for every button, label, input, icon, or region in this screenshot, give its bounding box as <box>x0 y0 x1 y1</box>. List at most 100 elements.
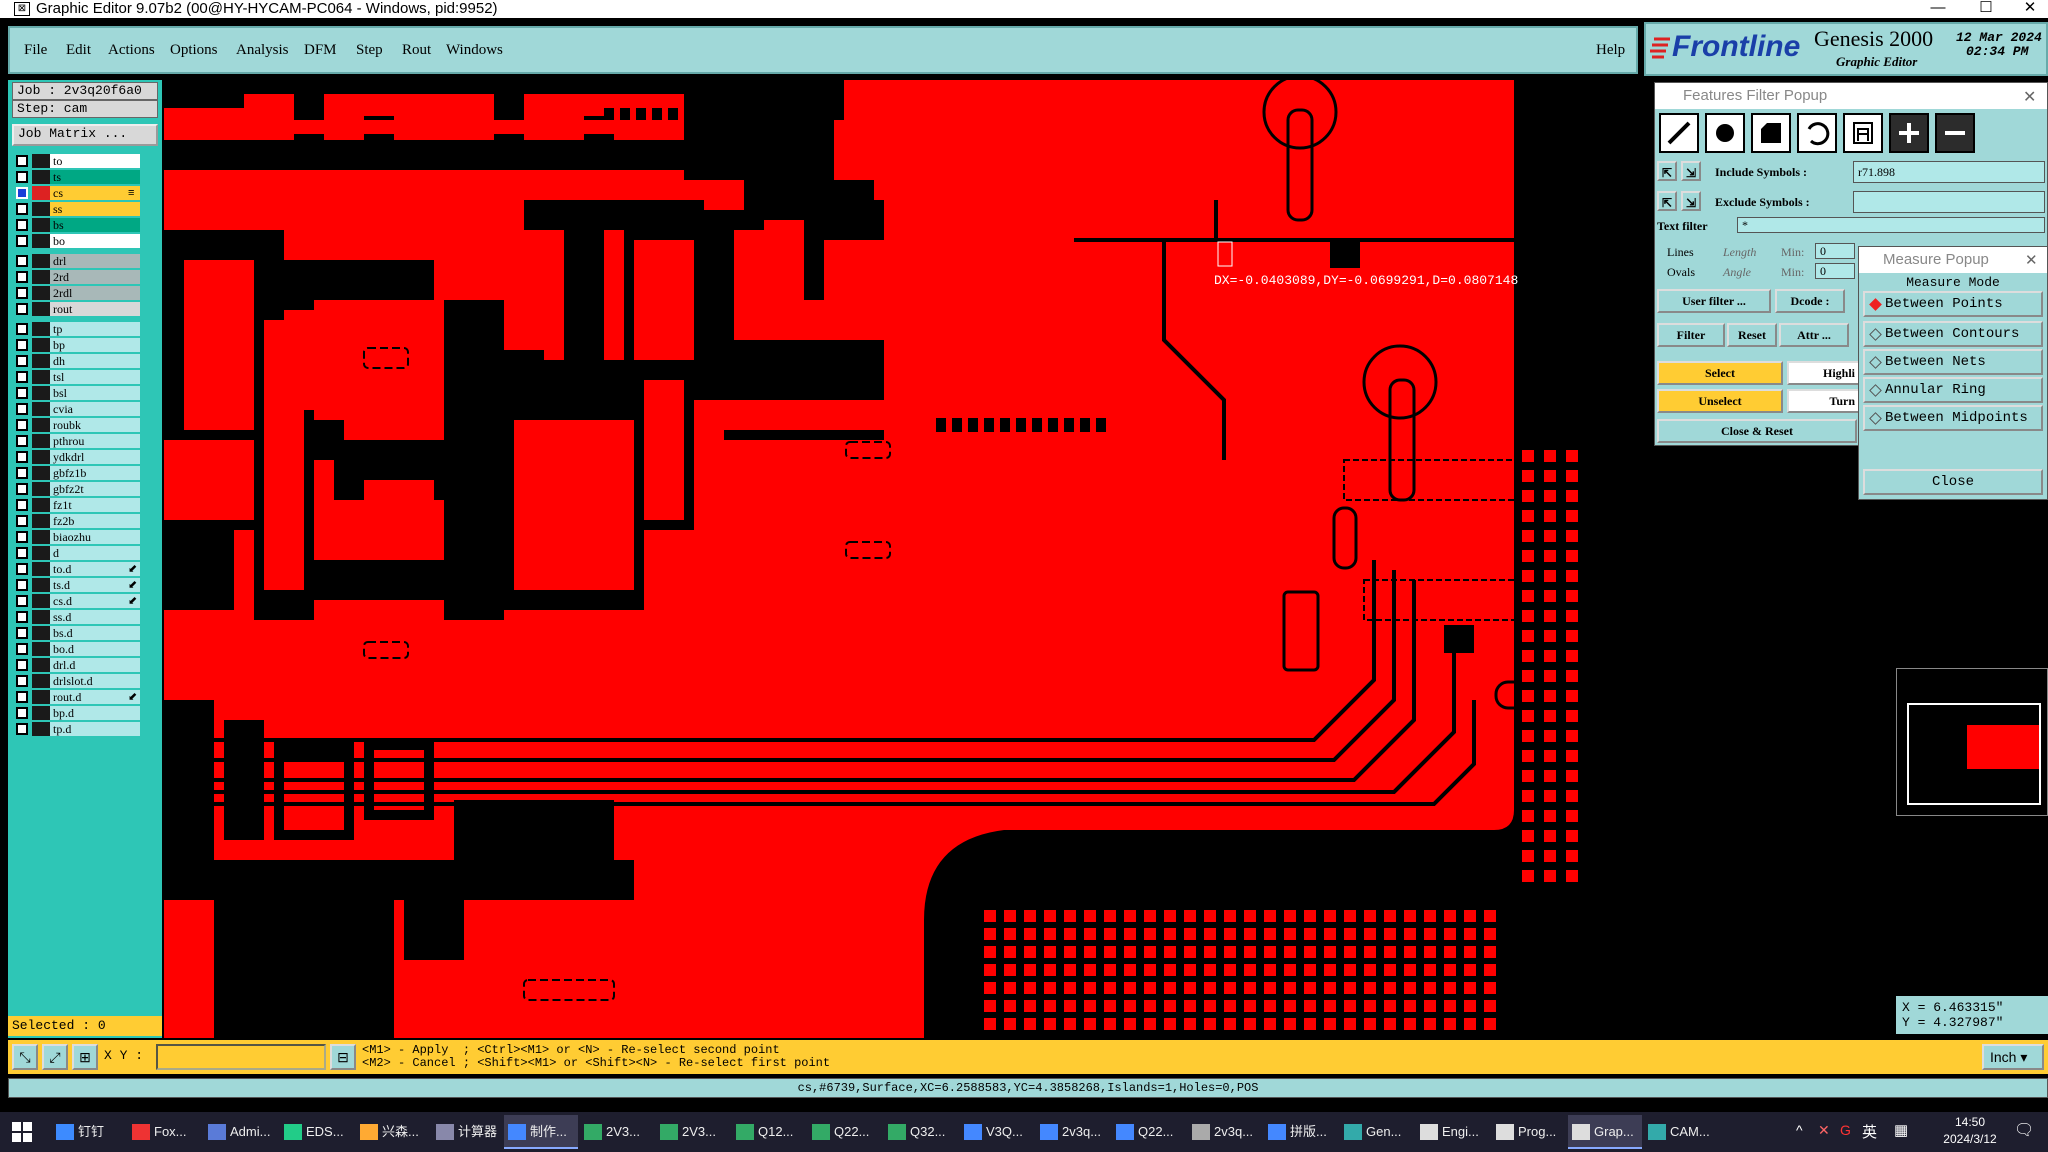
layer-name[interactable]: drl <box>50 254 140 268</box>
layer-row[interactable]: rout.d ⬋ <box>12 690 140 704</box>
layer-checkbox[interactable] <box>16 515 28 527</box>
menu-analysis[interactable]: Analysis <box>236 42 289 59</box>
layer-checkbox[interactable] <box>16 435 28 447</box>
layer-affected-indicator[interactable] <box>32 706 50 720</box>
taskbar-app-button[interactable]: 制作... <box>504 1115 578 1149</box>
exclude-clear-icon[interactable]: ⇲ <box>1681 191 1701 211</box>
taskbar-app-button[interactable]: Q12... <box>732 1115 806 1149</box>
menu-dfm[interactable]: DFM <box>304 42 337 59</box>
layer-name[interactable]: to.d <box>50 562 140 576</box>
layer-checkbox[interactable] <box>16 419 28 431</box>
mode-between-points[interactable]: Between Points <box>1863 291 2043 317</box>
taskbar-app-button[interactable]: V3Q... <box>960 1115 1034 1149</box>
ime-indicator[interactable]: 英 <box>1862 1121 1877 1142</box>
layer-row[interactable]: fz2b <box>12 514 140 528</box>
layer-row[interactable]: ss.d <box>12 610 140 624</box>
highlight-button[interactable]: Highli <box>1787 361 1861 385</box>
layer-name[interactable]: roubk <box>50 418 140 432</box>
layer-row[interactable]: bo.d <box>12 642 140 656</box>
layer-checkbox[interactable] <box>16 563 28 575</box>
layer-row[interactable]: bp.d <box>12 706 140 720</box>
mode-between-contours[interactable]: Between Contours <box>1863 321 2043 347</box>
layer-checkbox[interactable] <box>16 547 28 559</box>
layer-name[interactable]: fz2b <box>50 514 140 528</box>
menu-step[interactable]: Step <box>356 42 383 59</box>
layer-affected-indicator[interactable] <box>32 302 50 316</box>
layer-row[interactable]: pthrou <box>12 434 140 448</box>
layer-checkbox[interactable] <box>16 579 28 591</box>
taskbar-app-button[interactable]: Grap... <box>1568 1115 1642 1149</box>
notification-icon[interactable]: 🗨 <box>2014 1120 2034 1140</box>
filter-button[interactable]: Filter <box>1657 323 1725 347</box>
pan-icon[interactable]: ⤢ <box>42 1044 68 1070</box>
layer-name[interactable]: gbfz2t <box>50 482 140 496</box>
layer-affected-indicator[interactable] <box>32 270 50 284</box>
layer-name[interactable]: bs <box>50 218 140 232</box>
taskbar-app-button[interactable]: Q22... <box>1112 1115 1186 1149</box>
layer-affected-indicator[interactable] <box>32 466 50 480</box>
pad-tool-icon[interactable] <box>1705 113 1745 153</box>
layer-name[interactable]: rout.d <box>50 690 140 704</box>
layer-checkbox[interactable] <box>16 483 28 495</box>
mode-annular-ring[interactable]: Annular Ring <box>1863 377 2043 403</box>
layer-affected-indicator[interactable] <box>32 254 50 268</box>
text-filter-field[interactable]: * <box>1737 217 2045 233</box>
layer-checkbox[interactable] <box>16 235 28 247</box>
menu-help[interactable]: Help <box>1596 42 1625 59</box>
angle-checkbox[interactable]: Angle <box>1723 265 1751 280</box>
layer-checkbox[interactable] <box>16 611 28 623</box>
layer-name[interactable]: fz1t <box>50 498 140 512</box>
length-min-field[interactable]: 0 <box>1815 243 1855 259</box>
layer-checkbox[interactable] <box>16 303 28 315</box>
include-pick-icon[interactable]: ⇱ <box>1657 161 1677 181</box>
layer-affected-indicator[interactable] <box>32 418 50 432</box>
taskbar-app-button[interactable]: 钉钉 <box>52 1115 126 1149</box>
layer-checkbox[interactable] <box>16 219 28 231</box>
layer-name[interactable]: pthrou <box>50 434 140 448</box>
positive-polarity-icon[interactable] <box>1889 113 1929 153</box>
layer-row[interactable]: to.d ⬋ <box>12 562 140 576</box>
layer-affected-indicator[interactable] <box>32 626 50 640</box>
layer-checkbox[interactable] <box>16 595 28 607</box>
layer-name[interactable]: tsl <box>50 370 140 384</box>
features-filter-close-icon[interactable]: ✕ <box>2023 87 2036 107</box>
taskbar-app-button[interactable]: Q22... <box>808 1115 882 1149</box>
layer-affected-indicator[interactable] <box>32 658 50 672</box>
layer-row[interactable]: 2rdl <box>12 286 140 300</box>
layer-checkbox[interactable] <box>16 707 28 719</box>
layer-affected-indicator[interactable] <box>32 482 50 496</box>
layer-affected-indicator[interactable] <box>32 354 50 368</box>
units-selector[interactable]: Inch ▾ <box>1982 1044 2044 1070</box>
layer-row[interactable]: tsl <box>12 370 140 384</box>
layer-checkbox[interactable] <box>16 643 28 655</box>
layer-name[interactable]: to <box>50 154 140 168</box>
measure-popup-title[interactable]: Measure Popup <box>1859 247 2047 273</box>
layer-affected-indicator[interactable] <box>32 402 50 416</box>
window-title-bar[interactable]: ⊠ Graphic Editor 9.07b2 (00@HY-HYCAM-PC0… <box>0 0 2048 18</box>
layer-checkbox[interactable] <box>16 467 28 479</box>
lines-checkbox[interactable]: Lines <box>1667 245 1694 260</box>
layer-row[interactable]: bs <box>12 218 140 232</box>
grid-icon[interactable]: ⊞ <box>72 1044 98 1070</box>
layer-affected-indicator[interactable] <box>32 722 50 736</box>
tray-chevron-icon[interactable]: ^ <box>1796 1122 1803 1138</box>
menu-rout[interactable]: Rout <box>402 42 431 59</box>
taskbar-app-button[interactable]: 2v3q... <box>1188 1115 1262 1149</box>
menu-actions[interactable]: Actions <box>108 42 155 59</box>
minimize-button[interactable]: — <box>1918 0 1958 18</box>
arc-tool-icon[interactable] <box>1797 113 1837 153</box>
layer-name[interactable]: ts.d <box>50 578 140 592</box>
layer-name[interactable]: 2rd <box>50 270 140 284</box>
layer-row[interactable]: cs ≡ <box>12 186 140 200</box>
menu-edit[interactable]: Edit <box>66 42 91 59</box>
negative-polarity-icon[interactable] <box>1935 113 1975 153</box>
layer-affected-indicator[interactable] <box>32 370 50 384</box>
layer-affected-indicator[interactable] <box>32 322 50 336</box>
layer-row[interactable]: tp <box>12 322 140 336</box>
taskbar-app-button[interactable]: Gen... <box>1340 1115 1414 1149</box>
layer-checkbox[interactable] <box>16 271 28 283</box>
coordinate-mode-icon[interactable]: ⊟ <box>330 1044 356 1070</box>
layer-affected-indicator[interactable] <box>32 202 50 216</box>
layer-name[interactable]: bs.d <box>50 626 140 640</box>
layer-affected-indicator[interactable] <box>32 234 50 248</box>
